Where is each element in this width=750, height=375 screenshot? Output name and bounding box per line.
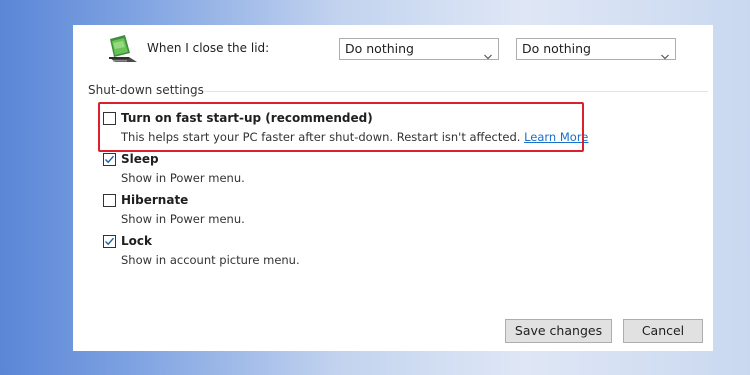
fast-startup-description: This helps start your PC faster after sh… xyxy=(121,130,588,144)
laptop-lid-icon xyxy=(103,35,141,65)
lid-close-row: When I close the lid: Do nothing Do noth… xyxy=(73,35,713,65)
power-options-panel: When I close the lid: Do nothing Do noth… xyxy=(73,25,713,351)
chevron-down-icon xyxy=(484,46,492,60)
chevron-down-icon xyxy=(661,46,669,60)
lock-label[interactable]: Lock xyxy=(121,234,152,248)
hibernate-description: Show in Power menu. xyxy=(121,212,245,226)
lid-close-label: When I close the lid: xyxy=(147,41,270,55)
section-divider xyxy=(203,91,708,92)
lid-on-battery-value: Do nothing xyxy=(345,41,414,56)
hibernate-label[interactable]: Hibernate xyxy=(121,193,188,207)
shutdown-settings-title: Shut-down settings xyxy=(88,83,204,97)
lock-checkbox[interactable] xyxy=(103,235,116,248)
lid-plugged-in-value: Do nothing xyxy=(522,41,591,56)
sleep-description: Show in Power menu. xyxy=(121,171,245,185)
lid-plugged-in-select[interactable]: Do nothing xyxy=(516,38,676,60)
learn-more-link[interactable]: Learn More xyxy=(524,130,588,144)
fast-startup-label[interactable]: Turn on fast start-up (recommended) xyxy=(121,111,373,125)
fast-startup-highlight-box xyxy=(98,102,584,152)
checkmark-icon xyxy=(105,155,115,164)
sleep-checkbox[interactable] xyxy=(103,153,116,166)
hibernate-checkbox[interactable] xyxy=(103,194,116,207)
sleep-label[interactable]: Sleep xyxy=(121,152,159,166)
cancel-button[interactable]: Cancel xyxy=(623,319,703,343)
save-changes-button[interactable]: Save changes xyxy=(505,319,612,343)
checkmark-icon xyxy=(105,237,115,246)
lock-description: Show in account picture menu. xyxy=(121,253,300,267)
lid-on-battery-select[interactable]: Do nothing xyxy=(339,38,499,60)
fast-startup-description-text: This helps start your PC faster after sh… xyxy=(121,130,521,144)
fast-startup-checkbox[interactable] xyxy=(103,112,116,125)
